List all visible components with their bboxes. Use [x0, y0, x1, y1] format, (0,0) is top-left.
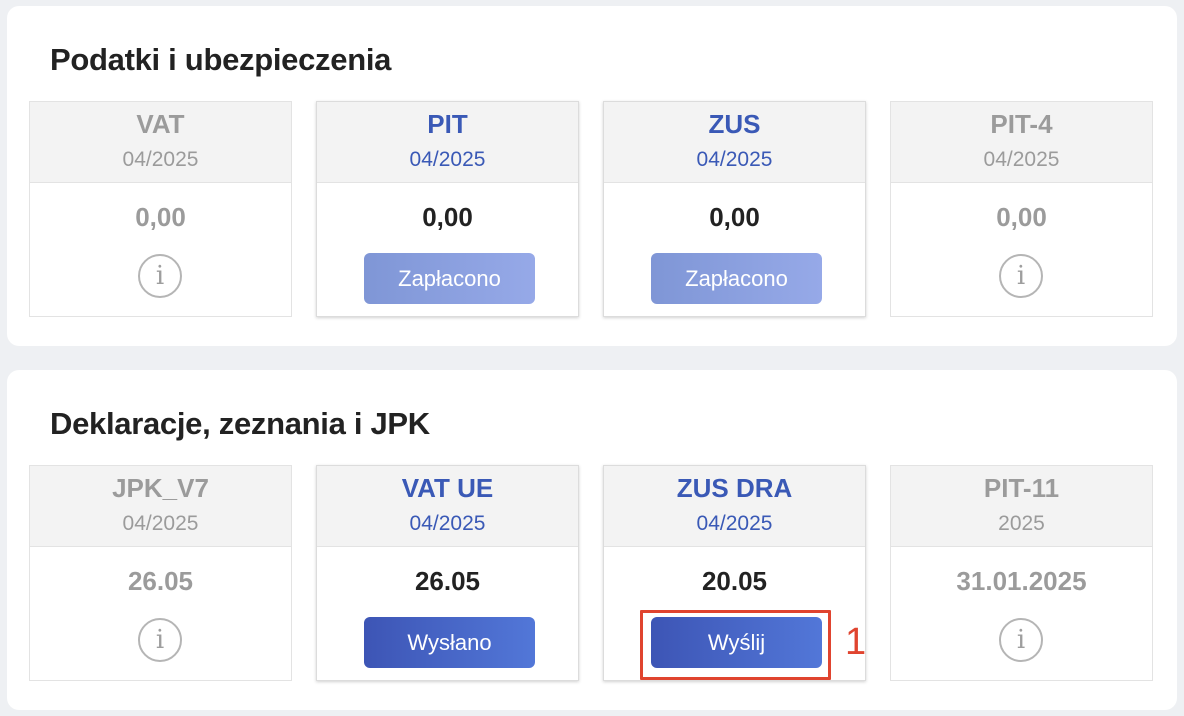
- tile-header: VAT 04/2025: [30, 102, 291, 183]
- tile-name: VAT UE: [401, 473, 494, 503]
- info-icon[interactable]: i: [138, 618, 182, 662]
- tile-vat[interactable]: VAT 04/2025 0,00 i: [29, 101, 292, 317]
- declarations-panel-title: Deklaracje, zeznania i JPK: [50, 406, 430, 441]
- tile-deadline: 31.01.2025: [956, 566, 1087, 596]
- paid-button[interactable]: Zapłacono: [651, 253, 822, 304]
- tile-period: 04/2025: [696, 512, 773, 535]
- declarations-tiles: JPK_V7 04/2025 26.05 i VAT UE 04/2025 26…: [29, 465, 1156, 683]
- tile-header: PIT-11 2025: [891, 466, 1152, 547]
- tile-amount: 0,00: [422, 202, 473, 232]
- info-icon[interactable]: i: [138, 254, 182, 298]
- taxes-panel-title: Podatki i ubezpieczenia: [50, 42, 392, 77]
- tile-name: JPK_V7: [112, 473, 209, 503]
- tile-deadline: 26.05: [414, 566, 481, 596]
- tile-pit-4[interactable]: PIT-4 04/2025 0,00 i: [890, 101, 1153, 317]
- tile-period: 04/2025: [122, 148, 199, 171]
- tile-name: PIT: [427, 109, 468, 139]
- tile-header: PIT 04/2025: [317, 102, 578, 183]
- tile-header: PIT-4 04/2025: [891, 102, 1152, 183]
- tile-deadline: 26.05: [127, 566, 194, 596]
- tile-period: 04/2025: [122, 512, 199, 535]
- tile-amount: 0,00: [709, 202, 760, 232]
- taxes-panel: Podatki i ubezpieczenia VAT 04/2025 0,00…: [7, 6, 1177, 346]
- annotation-number: 1: [845, 621, 867, 663]
- paid-button[interactable]: Zapłacono: [364, 253, 535, 304]
- tile-header: JPK_V7 04/2025: [30, 466, 291, 547]
- tile-pit[interactable]: PIT 04/2025 0,00 Zapłacono: [316, 101, 579, 317]
- annotation-highlight-box: [640, 610, 831, 680]
- tile-name: ZUS: [708, 109, 761, 139]
- tile-name: PIT-11: [983, 473, 1060, 503]
- tile-period: 04/2025: [409, 512, 486, 535]
- tile-header: VAT UE 04/2025: [317, 466, 578, 547]
- tile-name: ZUS DRA: [676, 473, 793, 503]
- info-icon[interactable]: i: [999, 618, 1043, 662]
- tile-deadline: 20.05: [701, 566, 768, 596]
- info-icon[interactable]: i: [999, 254, 1043, 298]
- tile-name: PIT-4: [990, 109, 1053, 139]
- tile-name: VAT: [136, 109, 185, 139]
- sent-button[interactable]: Wysłano: [364, 617, 535, 668]
- taxes-tiles: VAT 04/2025 0,00 i PIT 04/2025 0,00 Zapł…: [29, 101, 1156, 319]
- declarations-panel: Deklaracje, zeznania i JPK JPK_V7 04/202…: [7, 370, 1177, 710]
- tile-pit-11[interactable]: PIT-11 2025 31.01.2025 i: [890, 465, 1153, 681]
- tile-period: 04/2025: [983, 148, 1060, 171]
- tile-amount: 0,00: [996, 202, 1047, 232]
- tile-jpk-v7[interactable]: JPK_V7 04/2025 26.05 i: [29, 465, 292, 681]
- tile-vat-ue[interactable]: VAT UE 04/2025 26.05 Wysłano: [316, 465, 579, 681]
- tile-period: 04/2025: [696, 148, 773, 171]
- tile-period: 2025: [998, 512, 1045, 535]
- tile-zus[interactable]: ZUS 04/2025 0,00 Zapłacono: [603, 101, 866, 317]
- tile-header: ZUS 04/2025: [604, 102, 865, 183]
- tile-header: ZUS DRA 04/2025: [604, 466, 865, 547]
- tile-amount: 0,00: [135, 202, 186, 232]
- tile-period: 04/2025: [409, 148, 486, 171]
